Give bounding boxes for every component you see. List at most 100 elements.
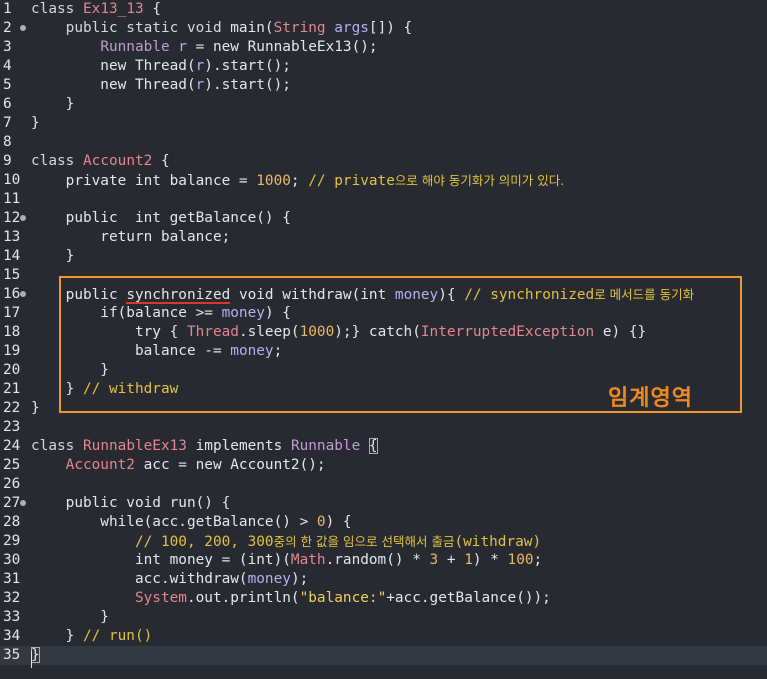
code-text: try { Thread.sleep(1000);} catch(Interru… bbox=[31, 324, 647, 340]
code-line: 14 } bbox=[0, 247, 767, 266]
fold-marker-icon[interactable] bbox=[20, 215, 26, 221]
number-literal: 1000 bbox=[256, 173, 291, 189]
code-text: Runnable r = new RunnableEx13(); bbox=[100, 39, 378, 55]
comment: // withdraw bbox=[82, 381, 179, 397]
code-text: } bbox=[31, 248, 75, 264]
line-number: 19 bbox=[3, 343, 21, 359]
line-number: 25 bbox=[3, 457, 21, 473]
code-line: 26 bbox=[0, 475, 767, 494]
code-line: 34 } // run() bbox=[0, 627, 767, 646]
line-number: 29 bbox=[3, 533, 21, 549]
line-number: 9 bbox=[3, 153, 12, 169]
line-number: 26 bbox=[3, 476, 21, 492]
line-number: 1 bbox=[3, 1, 12, 17]
code-text: // 100, 200, 300중의 한 값을 임으로 선택해서 출금(with… bbox=[31, 532, 541, 552]
line-number: 17 bbox=[3, 305, 21, 321]
code-editor[interactable]: 1 class Ex13_13 { 2 public static void m… bbox=[0, 0, 767, 679]
comment: // 100, 200, 300 bbox=[134, 534, 274, 550]
code-line: 17 if(balance >= money) { bbox=[0, 304, 767, 323]
number-literal: 1000 bbox=[299, 324, 335, 340]
class-name: Ex13_13 bbox=[83, 1, 144, 17]
line-number: 34 bbox=[3, 628, 21, 644]
number-literal: 100 bbox=[507, 552, 534, 568]
ctor-name: RunnableEx13 bbox=[247, 39, 352, 55]
comment: // run() bbox=[82, 628, 153, 644]
code-text: } bbox=[31, 400, 40, 416]
var-name: r bbox=[178, 39, 187, 55]
interface-name: Runnable bbox=[290, 438, 361, 454]
code-line: 9 class Account2 { bbox=[0, 152, 767, 171]
synchronized-keyword: synchronized bbox=[126, 287, 231, 303]
code-line: 6 } bbox=[0, 95, 767, 114]
code-text: } bbox=[31, 115, 40, 131]
code-line-active: 35 } bbox=[0, 646, 767, 665]
code-text: public static void main(String args[]) { bbox=[65, 20, 413, 36]
param-name: args bbox=[334, 20, 369, 36]
line-number: 11 bbox=[3, 191, 21, 207]
code-text: } // withdraw bbox=[31, 381, 179, 397]
code-text: public synchronized void withdraw(int mo… bbox=[31, 287, 695, 303]
line-number: 13 bbox=[3, 229, 21, 245]
comment: 으로 해야 동기화가 의미가 있다. bbox=[394, 173, 565, 188]
line-number: 35 bbox=[3, 647, 21, 663]
code-text: new Thread(r).start(); bbox=[31, 77, 291, 93]
var-name: money bbox=[247, 571, 291, 587]
code-text: public int getBalance() { bbox=[31, 210, 291, 226]
code-line: 16 public synchronized void withdraw(int… bbox=[0, 285, 767, 304]
comment: 중의 한 값을 임으로 선택해서 출금 bbox=[273, 534, 455, 549]
code-line: 19 balance -= money; bbox=[0, 342, 767, 361]
comment: // private bbox=[308, 173, 395, 189]
fold-marker-icon[interactable] bbox=[20, 291, 26, 297]
critical-section-label: 임계영역 bbox=[608, 386, 693, 411]
code-text: Account2 acc = new Account2(); bbox=[65, 457, 326, 473]
code-text: public void run() { bbox=[31, 495, 231, 511]
class-ref: InterruptedException bbox=[420, 324, 595, 340]
code-line: 25 Account2 acc = new Account2(); bbox=[0, 456, 767, 475]
code-line: 8 bbox=[0, 133, 767, 152]
line-number: 6 bbox=[3, 96, 12, 112]
line-number: 8 bbox=[3, 134, 12, 150]
code-text: System.out.println("balance:"+acc.getBal… bbox=[134, 590, 551, 606]
class-ref: System bbox=[134, 590, 187, 606]
line-number: 32 bbox=[3, 590, 21, 606]
line-number: 23 bbox=[3, 419, 21, 435]
code-text: return balance; bbox=[31, 229, 231, 245]
code-line: 10 private int balance = 1000; // privat… bbox=[0, 171, 767, 190]
code-line: 20 } bbox=[0, 361, 767, 380]
comment: // synchronized bbox=[464, 287, 595, 303]
code-line: 31 acc.withdraw(money); bbox=[0, 570, 767, 589]
code-text: class Account2 { bbox=[31, 153, 170, 169]
class-name: Account2 bbox=[83, 153, 153, 169]
code-line: 24 class RunnableEx13 implements Runnabl… bbox=[0, 437, 767, 456]
code-text: } // run() bbox=[31, 628, 153, 644]
code-line: 28 while(acc.getBalance() > 0) { bbox=[0, 513, 767, 532]
code-line: 12 public int getBalance() { bbox=[0, 209, 767, 228]
text-caret bbox=[31, 651, 32, 668]
fold-marker-icon[interactable] bbox=[20, 25, 26, 31]
comment: 로 메서드를 동기화 bbox=[594, 287, 695, 302]
code-line: 23 bbox=[0, 418, 767, 437]
class-ref: Math bbox=[290, 552, 326, 568]
line-number: 30 bbox=[3, 552, 21, 568]
code-text: acc.withdraw(money); bbox=[31, 571, 309, 587]
code-text: class RunnableEx13 implements Runnable { bbox=[31, 438, 378, 454]
code-line: 15 bbox=[0, 266, 767, 285]
fold-marker-icon[interactable] bbox=[20, 500, 26, 506]
line-number: 24 bbox=[3, 438, 21, 454]
class-ref: Thread bbox=[186, 324, 239, 340]
line-number: 33 bbox=[3, 609, 21, 625]
code-text: int money = (int)(Math.random() * 3 + 1)… bbox=[31, 552, 543, 568]
bracket-match: { bbox=[368, 438, 378, 454]
code-line: 33 } bbox=[0, 608, 767, 627]
line-number: 31 bbox=[3, 571, 21, 587]
code-text: private int balance = 1000; // private으로… bbox=[31, 173, 565, 189]
line-number: 20 bbox=[3, 362, 21, 378]
code-line: 1 class Ex13_13 { bbox=[0, 0, 767, 19]
line-number: 15 bbox=[3, 267, 21, 283]
code-line: 13 return balance; bbox=[0, 228, 767, 247]
code-line: 27 public void run() { bbox=[0, 494, 767, 513]
comment: (withdraw) bbox=[454, 534, 542, 550]
line-number: 4 bbox=[3, 58, 12, 74]
code-line: 3 Runnable r = new RunnableEx13(); bbox=[0, 38, 767, 57]
type-name: Runnable bbox=[100, 39, 170, 55]
